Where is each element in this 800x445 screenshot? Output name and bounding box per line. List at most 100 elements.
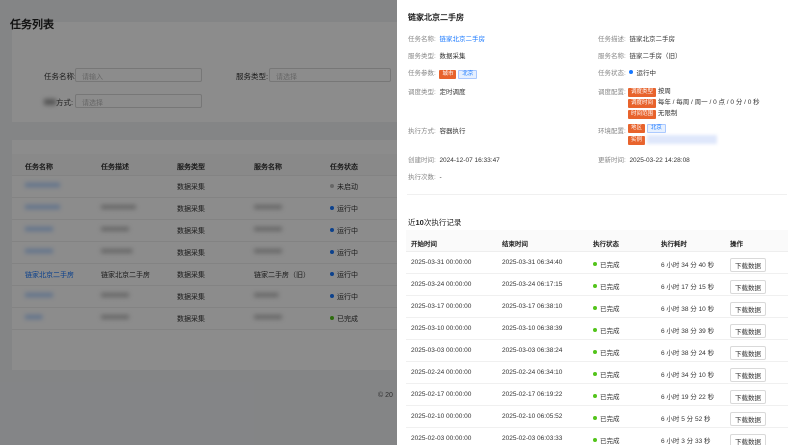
record-status: 已完成 <box>593 347 620 357</box>
field-label: 执行次数: <box>408 174 436 181</box>
env-instance-item: 实例 <box>628 135 717 146</box>
field-label: 任务描述: <box>598 36 626 43</box>
status-dot-icon <box>593 284 597 289</box>
record-end-time: 2025-03-31 06:34:40 <box>502 259 563 266</box>
param-key-tag: 城市 <box>439 70 457 79</box>
record-start-time: 2025-03-10 00:00:00 <box>411 325 472 332</box>
record-status-text: 已完成 <box>600 328 620 335</box>
field-value: 定时调度 <box>439 89 466 96</box>
status-value: 运行中 <box>636 70 656 77</box>
field-value: 2024-12-07 16:33:47 <box>439 157 500 164</box>
exec-record-row: 2025-03-24 00:00:00 2025-03-24 06:17:15 已完… <box>406 274 788 296</box>
field-task-desc: 任务描述: 链家北京二手房 <box>598 33 675 43</box>
status-dot-icon <box>593 328 597 333</box>
field-label: 调度类型: <box>408 89 436 96</box>
task-name-link[interactable]: 链家北京二手房 <box>439 36 485 43</box>
record-status-text: 已完成 <box>600 306 620 313</box>
download-data-button[interactable]: 下载数据 <box>730 412 766 426</box>
record-actions: 下载数据 <box>730 346 766 361</box>
schedule-config-item: 时间范围 无限制 <box>628 107 677 119</box>
field-schedule-type: 调度类型: 定时调度 <box>408 86 465 96</box>
field-schedule-config: 调度配置: <box>598 86 626 96</box>
download-data-button[interactable]: 下载数据 <box>730 280 766 294</box>
record-actions: 下载数据 <box>730 412 766 427</box>
col-end-time: 结束时间 <box>502 241 528 248</box>
drawer-title: 链家北京二手房 <box>408 13 464 22</box>
record-start-time: 2025-03-24 00:00:00 <box>411 281 472 288</box>
record-end-time: 2025-02-17 06:19:22 <box>502 391 563 398</box>
record-duration: 6 小时 38 分 10 秒 <box>661 306 715 313</box>
record-status: 已完成 <box>593 413 620 423</box>
record-status-text: 已完成 <box>600 350 620 357</box>
field-label: 任务参数: <box>408 70 436 77</box>
field-task-name: 任务名称: 链家北京二手房 <box>408 33 485 43</box>
record-duration: 6 小时 17 分 15 秒 <box>661 284 715 291</box>
schedule-config-value: 无限制 <box>657 110 678 117</box>
status-dot-icon <box>593 372 597 377</box>
status-dot-icon <box>593 306 597 311</box>
field-label: 调度配置: <box>598 89 626 96</box>
download-data-button[interactable]: 下载数据 <box>730 324 766 338</box>
exec-record-row: 2025-03-31 00:00:00 2025-03-31 06:34:40 已完… <box>406 252 788 274</box>
download-data-button[interactable]: 下载数据 <box>730 390 766 404</box>
env-instance-tag: 实例 <box>628 136 646 146</box>
record-status: 已完成 <box>593 281 620 291</box>
exec-record-row: 2025-03-10 00:00:00 2025-03-10 06:38:39 已完… <box>406 318 788 340</box>
field-created-time: 创建时间: 2024-12-07 16:33:47 <box>408 154 500 164</box>
status-dot-icon <box>593 350 597 355</box>
record-duration: 6 小时 3 分 33 秒 <box>661 438 711 445</box>
download-data-button[interactable]: 下载数据 <box>730 434 766 445</box>
status-dot-icon <box>593 438 597 443</box>
record-status: 已完成 <box>593 391 620 401</box>
field-service-type: 服务类型: 数据采集 <box>408 50 465 60</box>
record-duration: 6 小时 38 分 24 秒 <box>661 350 715 357</box>
col-actions: 操作 <box>730 241 743 248</box>
field-updated-time: 更新时间: 2025-03-22 14:28:08 <box>598 154 690 164</box>
record-end-time: 2025-02-24 06:34:10 <box>502 369 563 376</box>
field-exec-mode: 执行方式: 容器执行 <box>408 125 465 135</box>
schedule-config-tag: 时间范围 <box>628 110 657 119</box>
record-end-time: 2025-03-03 06:38:24 <box>502 347 563 354</box>
field-label: 服务类型: <box>408 53 436 60</box>
field-value: 2025-03-22 14:28:08 <box>629 157 690 164</box>
schedule-config-value: 每年 / 每周 / 周一 / 0 点 / 0 分 / 0 秒 <box>657 99 760 106</box>
exec-records-header: 开始时间 结束时间 执行状态 执行耗时 操作 <box>406 230 788 252</box>
record-status-text: 已完成 <box>600 416 620 423</box>
col-start-time: 开始时间 <box>411 241 437 248</box>
record-start-time: 2025-03-03 00:00:00 <box>411 347 472 354</box>
record-duration: 6 小时 38 分 39 秒 <box>661 328 715 335</box>
env-instance-value-blurred <box>646 135 717 144</box>
field-label: 更新时间: <box>598 157 626 164</box>
exec-record-row: 2025-02-24 00:00:00 2025-02-24 06:34:10 已完… <box>406 362 788 384</box>
download-data-button[interactable]: 下载数据 <box>730 346 766 360</box>
field-value: 容器执行 <box>439 128 466 135</box>
field-value: 链家北京二手房 <box>629 36 675 43</box>
exec-record-row: 2025-02-10 00:00:00 2025-02-10 06:05:52 已完… <box>406 406 788 428</box>
record-duration: 6 小时 34 分 40 秒 <box>661 262 715 269</box>
field-value: 链家二手房（旧） <box>629 53 682 60</box>
field-label: 任务状态: <box>598 70 626 77</box>
field-value: 数据采集 <box>439 53 466 60</box>
status-dot-icon <box>593 416 597 421</box>
record-end-time: 2025-03-17 06:38:10 <box>502 303 563 310</box>
record-status-text: 已完成 <box>600 284 620 291</box>
download-data-button[interactable]: 下载数据 <box>730 368 766 382</box>
record-actions: 下载数据 <box>730 302 766 317</box>
env-region-tag: 地区 <box>628 124 646 133</box>
record-duration: 6 小时 34 分 10 秒 <box>661 372 715 379</box>
record-status-text: 已完成 <box>600 438 620 445</box>
record-status: 已完成 <box>593 259 620 269</box>
field-service-name: 服务名称: 链家二手房（旧） <box>598 50 681 60</box>
field-label: 任务名称: <box>408 36 436 43</box>
download-data-button[interactable]: 下载数据 <box>730 302 766 316</box>
field-label: 环境配置: <box>598 128 626 135</box>
status-dot-icon <box>629 70 634 75</box>
status-dot-icon <box>593 262 597 267</box>
record-status: 已完成 <box>593 303 620 313</box>
record-actions: 下载数据 <box>730 258 766 273</box>
download-data-button[interactable]: 下载数据 <box>730 258 766 272</box>
record-status-text: 已完成 <box>600 262 620 269</box>
exec-record-row: 2025-03-17 00:00:00 2025-03-17 06:38:10 已完… <box>406 296 788 318</box>
record-start-time: 2025-02-10 00:00:00 <box>411 413 472 420</box>
exec-record-row: 2025-02-17 00:00:00 2025-02-17 06:19:22 已完… <box>406 384 788 406</box>
